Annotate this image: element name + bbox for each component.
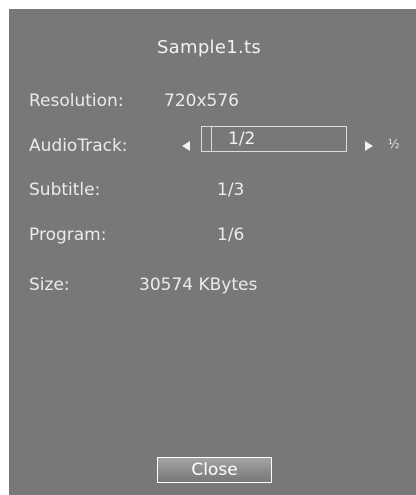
audio-track-label: AudioTrack:: [29, 136, 128, 156]
program-value: 1/6: [217, 225, 245, 245]
close-button[interactable]: Close: [157, 457, 272, 483]
audio-track-next-icon[interactable]: [365, 141, 373, 151]
subtitle-value: 1/3: [217, 180, 245, 200]
audio-track-selector[interactable]: 1/2: [201, 126, 347, 152]
audio-track-value: 1/2: [228, 129, 256, 149]
resolution-value: 720x576: [164, 91, 239, 111]
subtitle-label: Subtitle:: [29, 180, 101, 200]
resolution-label: Resolution:: [29, 91, 124, 111]
file-info-dialog: Sample1.ts Resolution: 720x576 AudioTrac…: [9, 9, 416, 495]
program-label: Program:: [29, 225, 107, 245]
file-name-title: Sample1.ts: [156, 37, 262, 58]
size-label: Size:: [29, 275, 70, 295]
size-value: 30574 KBytes: [139, 275, 258, 295]
audio-track-selector-divider: [211, 127, 212, 151]
audio-track-side-value: ½: [388, 137, 400, 151]
audio-track-previous-icon[interactable]: [182, 141, 190, 151]
